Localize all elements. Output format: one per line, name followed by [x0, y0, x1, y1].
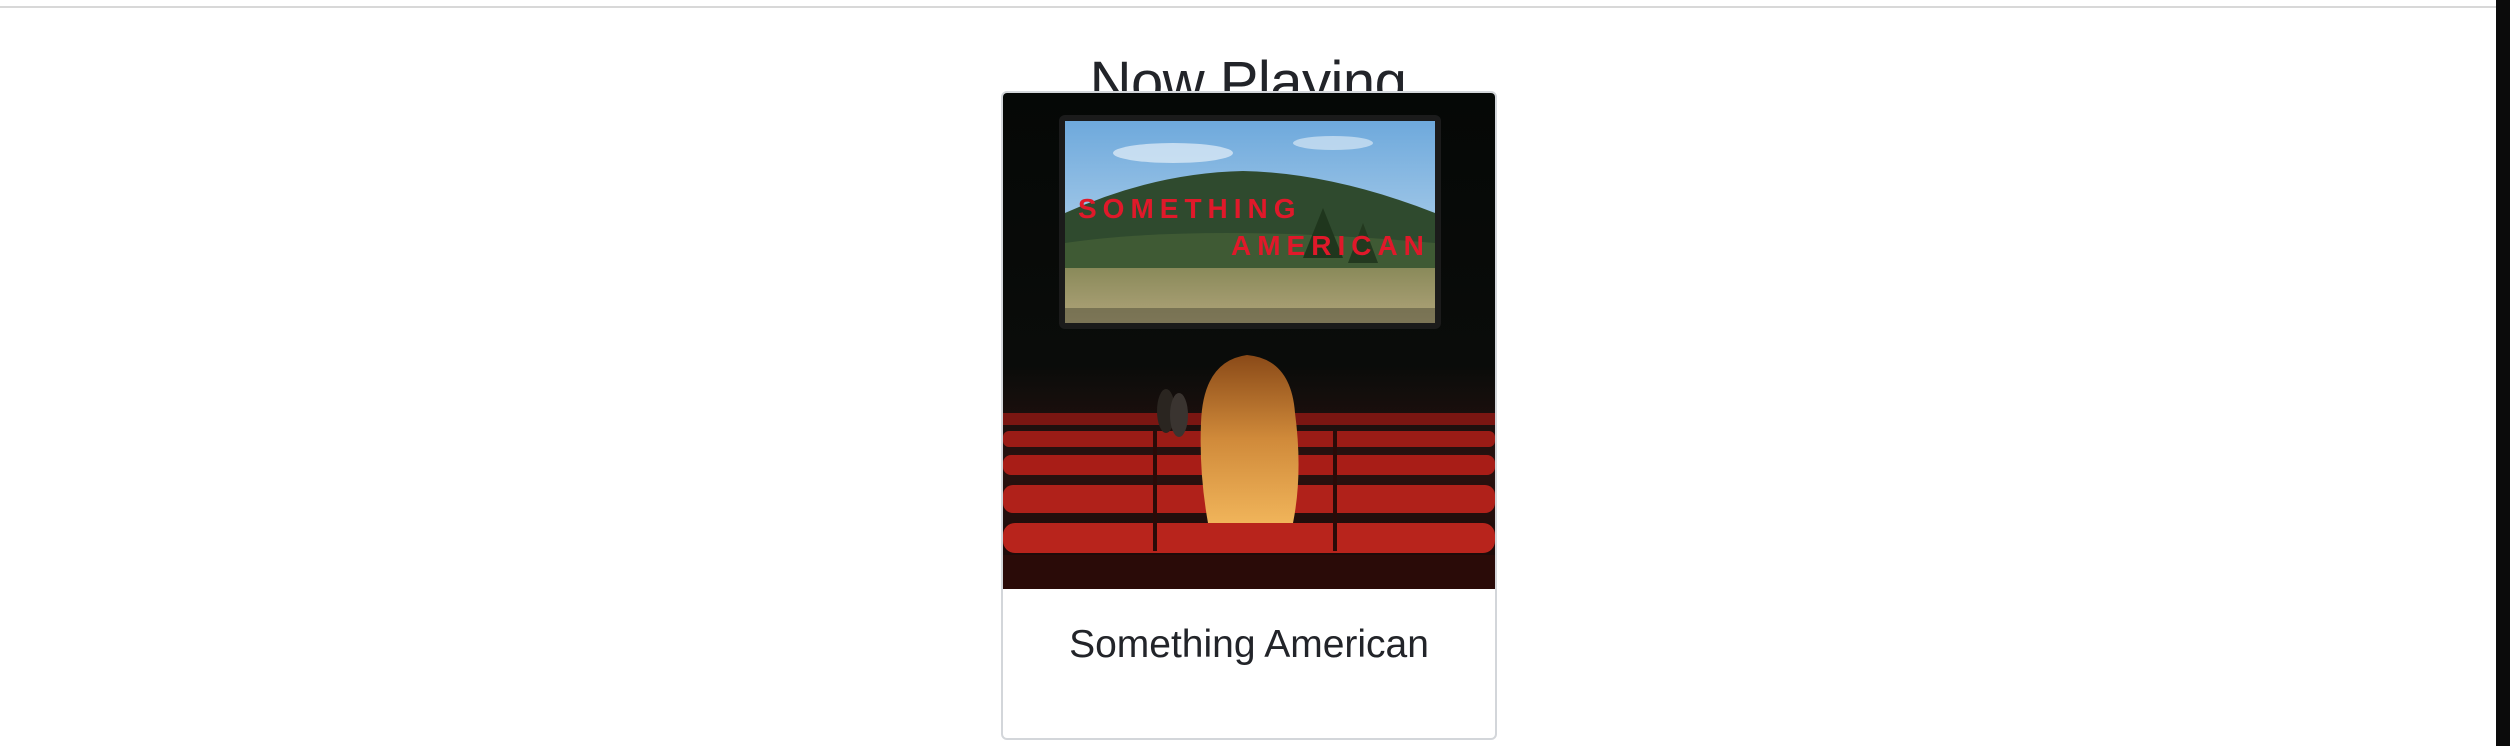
cover-title-line1: SOMETHING — [1078, 193, 1302, 224]
cover-title-line2: AMERICAN — [1231, 230, 1430, 261]
album-cover-image: SOMETHING AMERICAN — [1003, 93, 1495, 589]
top-divider — [0, 6, 2496, 8]
now-playing-card[interactable]: SOMETHING AMERICAN Something American — [1001, 91, 1497, 740]
window-edge — [2496, 0, 2510, 746]
track-title: Something American — [1069, 623, 1429, 666]
